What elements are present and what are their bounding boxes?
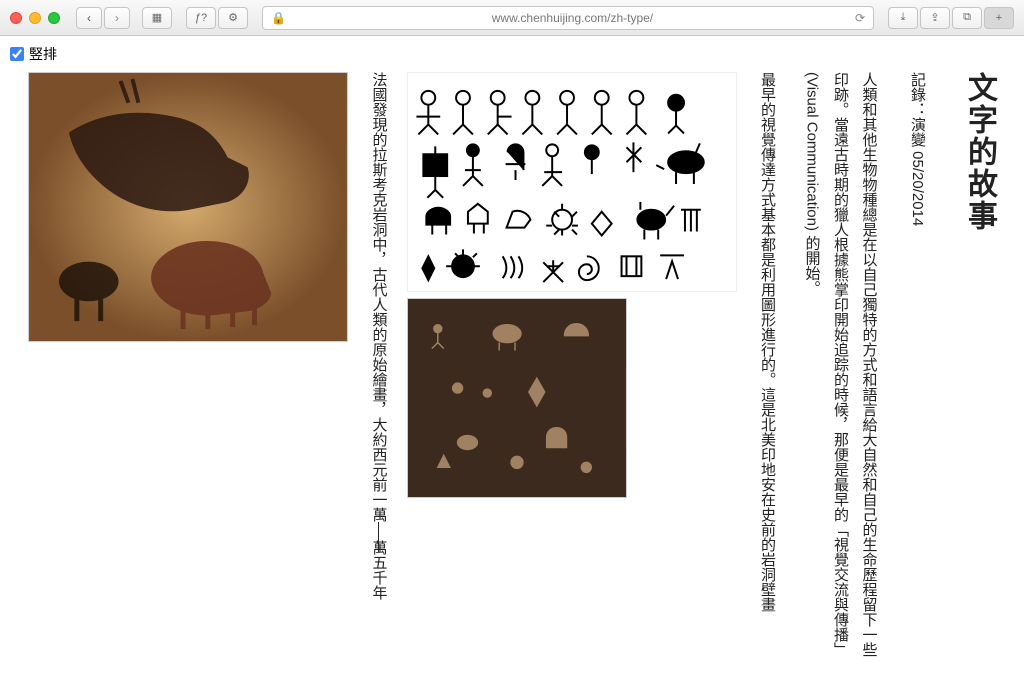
vertical-toggle[interactable]: 竪排 (10, 44, 1014, 64)
page-viewport: 竪排 文字的故事 記錄：演變 05/20/2014 人類和其他生物物種總是在以自… (0, 36, 1024, 686)
url-text: www.chenhuijing.com/zh-type/ (290, 11, 855, 25)
layout-toggle-row: 竪排 (0, 36, 1024, 72)
article-meta: 記錄：演變 05/20/2014 (903, 72, 932, 670)
paragraph-3: 法國發現的拉斯考克岩洞中，古代人類的原始繪畫，大約西元前一萬——萬五千年 (364, 72, 393, 670)
forward-button[interactable]: › (104, 7, 130, 29)
fullscreen-window-button[interactable] (48, 12, 60, 24)
vertical-toggle-label: 竪排 (29, 44, 57, 64)
article-body: 文字的故事 記錄：演變 05/20/2014 人類和其他生物物種總是在以自己獨特… (0, 72, 1024, 686)
downloads-button[interactable]: ⤓ (888, 7, 918, 29)
figure-lascaux (28, 72, 348, 342)
nav-history-buttons: ‹ › (76, 7, 130, 29)
reload-button[interactable]: ⟳ (855, 11, 865, 25)
p3-post: 萬五千年 (371, 540, 388, 600)
petroglyph-line-art-image (407, 72, 737, 292)
article-title: 文字的故事 (951, 72, 1008, 670)
petroglyph-rock-image (407, 298, 627, 498)
share-button[interactable]: ⇪ (920, 7, 950, 29)
figure-petroglyph-drawings (407, 72, 737, 498)
plugin-button[interactable]: ⚙ (218, 7, 248, 29)
close-window-button[interactable] (10, 12, 22, 24)
new-tab-button[interactable]: + (984, 7, 1014, 29)
paragraph-1: 人類和其他生物物種總是在以自己獨特的方式和語言給大自然和自己的生命歷程留下一些印… (797, 72, 883, 670)
vertical-toggle-checkbox[interactable] (10, 47, 24, 61)
address-bar[interactable]: 🔒 www.chenhuijing.com/zh-type/ ⟳ (262, 6, 874, 30)
p3-pre: 法國發現的拉斯考克岩洞中，古代人類的原始繪畫，大約西元前一萬 (371, 72, 388, 522)
lock-icon: 🔒 (271, 11, 286, 25)
paragraph-2: 最早的視覺傳達方式基本都是利用圖形進行的。這是北美印地安在史前的岩洞壁畫 (753, 72, 782, 670)
em-dash: —— (364, 522, 393, 540)
browser-toolbar: ‹ › ▦ ƒ? ⚙ 🔒 www.chenhuijing.com/zh-type… (0, 0, 1024, 36)
tabs-button[interactable]: ⧉ (952, 7, 982, 29)
reader-button[interactable]: ƒ? (186, 7, 216, 29)
lascaux-cave-painting-image (28, 72, 348, 342)
minimize-window-button[interactable] (29, 12, 41, 24)
back-button[interactable]: ‹ (76, 7, 102, 29)
sidebar-button[interactable]: ▦ (142, 7, 172, 29)
window-controls (10, 12, 60, 24)
